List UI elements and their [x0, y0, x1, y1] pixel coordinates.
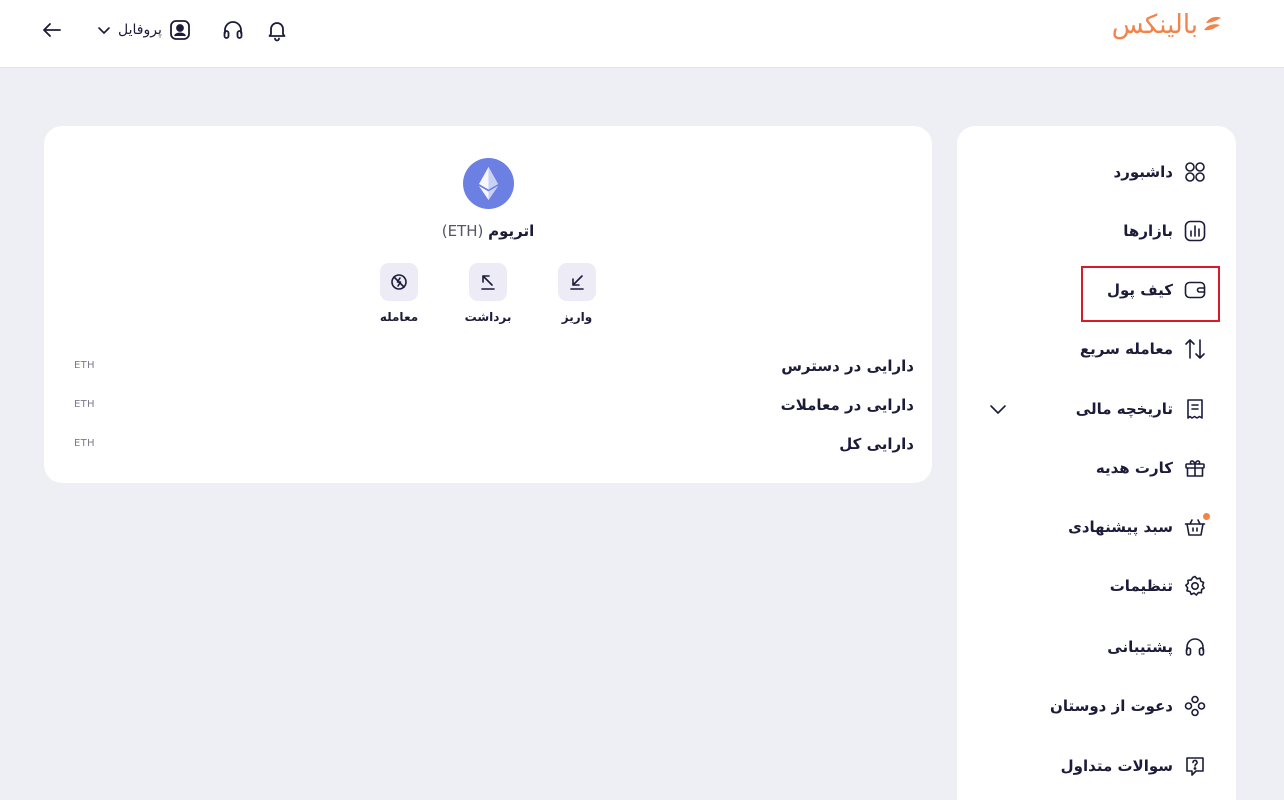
gift-icon [1185, 460, 1205, 477]
coin-symbol: (ETH) [441, 222, 484, 240]
swap-arrows-icon [1185, 339, 1205, 359]
headset-icon [1185, 638, 1205, 656]
brand-logo[interactable]: بالینکس [1112, 8, 1222, 42]
gear-icon [1185, 575, 1205, 596]
profile-label: پروفایل [118, 22, 162, 38]
brand-logo-text: بالینکس [1111, 10, 1199, 40]
financial-history-expand-toggle[interactable] [987, 398, 1009, 420]
header-actions: پروفایل [38, 14, 290, 46]
balance-unit: ETH [74, 360, 95, 371]
balance-label: دارایی در معاملات [780, 395, 914, 414]
balance-label: دارایی در دسترس [781, 356, 914, 375]
user-icon [169, 20, 190, 40]
sidebar-item-faq[interactable]: سوالات متداول [1061, 746, 1208, 786]
notification-dot [1203, 513, 1210, 520]
sidebar: داشبورد بازارها کیف پول معامله سریع تاری… [957, 126, 1236, 800]
market-chart-icon [1184, 220, 1206, 242]
coin-actions: واریز برداشت معامله [44, 263, 932, 333]
users-icon [1184, 695, 1206, 717]
help-icon [1186, 757, 1204, 776]
grid-icon [1185, 162, 1205, 182]
balance-unit: ETH [74, 438, 95, 449]
deposit-label: واریز [561, 310, 593, 324]
sidebar-item-label: سبد پیشنهادی [1068, 518, 1173, 536]
deposit-button[interactable]: واریز [547, 263, 607, 324]
sidebar-item-label: کیف پول [1107, 281, 1173, 299]
sidebar-item-label: پشتیبانی [1107, 638, 1173, 656]
chevron-down-icon [990, 405, 1006, 414]
top-bar: بالینکس پروفایل [0, 0, 1284, 68]
sidebar-item-label: داشبورد [1113, 163, 1173, 181]
sidebar-item-label: کارت هدیه [1095, 459, 1173, 477]
notifications-button[interactable] [264, 17, 290, 43]
sidebar-item-quick-trade[interactable]: معامله سریع [1080, 329, 1208, 369]
coin-detail-card: اتریوم (ETH) واریز برداشت معامله ETH دار… [44, 126, 932, 483]
balance-unit: ETH [74, 399, 95, 410]
wallet-icon [1184, 281, 1206, 299]
sidebar-item-markets[interactable]: بازارها [1123, 211, 1208, 251]
back-button[interactable] [38, 16, 66, 44]
no-trade-icon [391, 274, 407, 290]
balance-label: دارایی کل [839, 434, 914, 453]
receipt-icon [1187, 399, 1203, 419]
trade-button[interactable]: معامله [369, 263, 429, 324]
sidebar-item-label: تاریخچه مالی [1075, 400, 1173, 418]
profile-dropdown[interactable]: پروفایل [96, 18, 192, 42]
arrow-up-left-icon [481, 275, 495, 290]
coin-name: اتریوم [488, 222, 535, 240]
headset-icon [223, 21, 243, 39]
sidebar-item-settings[interactable]: تنظیمات [1110, 566, 1208, 606]
support-button[interactable] [220, 17, 246, 43]
brand-logo-icon [1204, 16, 1221, 31]
withdraw-button[interactable]: برداشت [458, 263, 518, 324]
trade-icon-box [380, 263, 418, 301]
withdraw-icon-box [469, 263, 507, 301]
arrow-left-icon [43, 23, 61, 37]
balance-list: ETH دارایی در دسترس ETH دارایی در معاملا… [74, 346, 914, 463]
sidebar-item-invite-friends[interactable]: دعوت از دوستان [1050, 686, 1208, 726]
sidebar-item-label: دعوت از دوستان [1050, 697, 1173, 715]
coin-title: اتریوم (ETH) [344, 222, 632, 240]
bell-icon [268, 22, 286, 42]
arrow-down-left-icon [570, 275, 584, 290]
sidebar-item-wallet[interactable]: کیف پول [1107, 270, 1208, 310]
balance-row-available: ETH دارایی در دسترس [74, 346, 914, 385]
sidebar-item-dashboard[interactable]: داشبورد [1114, 152, 1208, 192]
balance-row-in-orders: ETH دارایی در معاملات [74, 385, 914, 424]
sidebar-item-gift-card[interactable]: کارت هدیه [1096, 448, 1208, 488]
sidebar-item-financial-history[interactable]: تاریخچه مالی [1076, 389, 1208, 429]
sidebar-item-label: تنظیمات [1109, 577, 1173, 595]
sidebar-item-label: سوالات متداول [1060, 757, 1173, 775]
chevron-down-icon [98, 27, 110, 34]
sidebar-item-support[interactable]: پشتیبانی [1107, 627, 1208, 667]
trade-label: معامله [379, 310, 419, 324]
sidebar-item-suggested-basket[interactable]: سبد پیشنهادی [1068, 507, 1210, 547]
sidebar-item-label: بازارها [1123, 222, 1173, 240]
deposit-icon-box [558, 263, 596, 301]
sidebar-item-label: معامله سریع [1079, 340, 1173, 358]
withdraw-label: برداشت [464, 310, 512, 324]
ethereum-icon [463, 158, 514, 209]
balance-row-total: ETH دارایی کل [74, 424, 914, 463]
